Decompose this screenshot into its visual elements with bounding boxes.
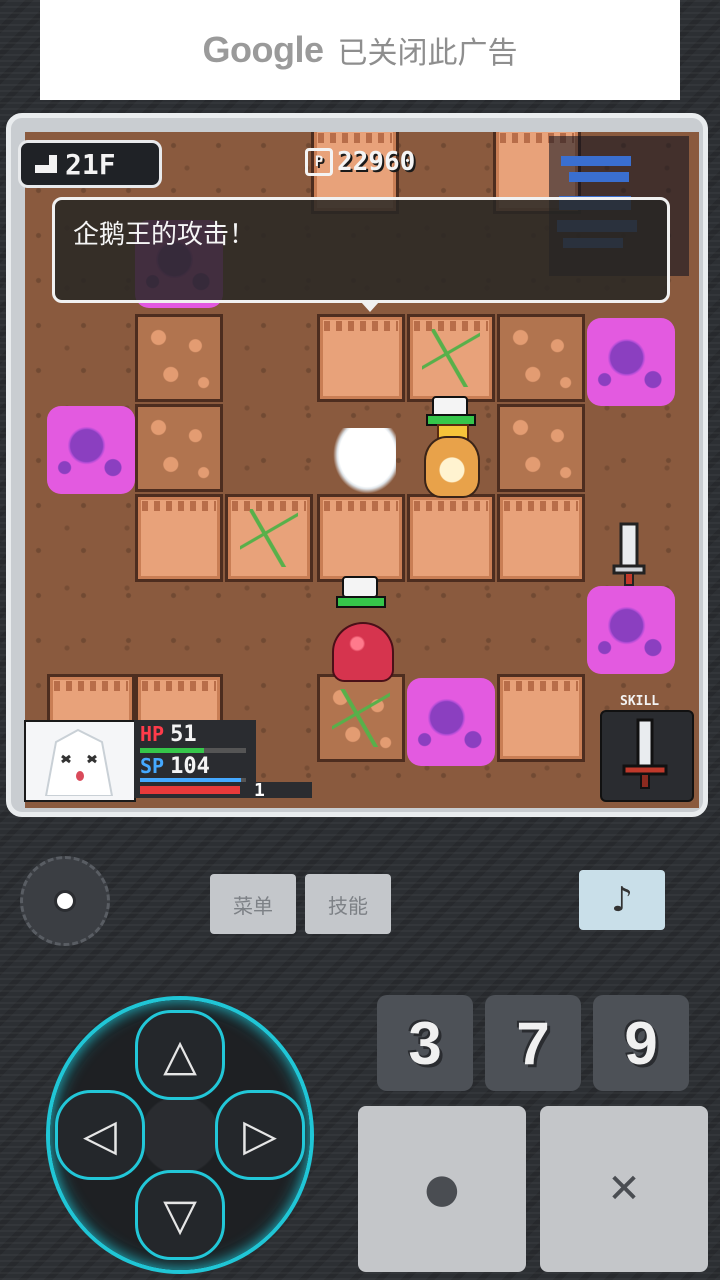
stairs-icon [35,155,57,173]
settings-gear-button[interactable] [20,856,110,946]
points-value: 22960 [337,147,416,177]
key-7-button[interactable]: 7 [485,995,581,1091]
hp-bar [140,748,246,753]
rock-tile [135,404,223,492]
dpad-right-button[interactable]: ▷ [215,1090,305,1180]
wall-tile [407,314,495,402]
skills-button[interactable]: 技能 [305,874,391,934]
skill-button[interactable] [600,710,694,802]
wall-tile [225,494,313,582]
wall-tile [317,494,405,582]
poison-tile [47,406,135,494]
floor-indicator: 21F [18,140,162,188]
cancel-button[interactable]: ✕ [540,1106,708,1272]
level-value: 1 [254,780,265,801]
dpad-up-button[interactable]: △ [135,1010,225,1100]
ad-banner[interactable]: Google 已关闭此广告 [40,0,680,100]
rock-tile [317,674,405,762]
music-note-icon: ♪ [611,880,633,920]
exp-bar [136,782,312,798]
rock-tile [135,314,223,402]
wall-tile [317,314,405,402]
key-9-button[interactable]: 9 [593,995,689,1091]
music-toggle-button[interactable]: ♪ [579,870,665,930]
player-character [324,428,396,504]
dpad-left-button[interactable]: ◁ [55,1090,145,1180]
dialog-continue-icon [361,302,379,312]
poison-tile [587,318,675,406]
arrow-up-icon: △ [163,1029,197,1081]
points-icon: P [305,148,333,176]
wall-tile [135,494,223,582]
floor-label: 21F [65,147,116,181]
arrow-right-icon: ▷ [243,1109,277,1161]
enemy-hp-bar [336,596,386,608]
minimap-cell [561,156,631,166]
player-portrait [24,720,136,802]
hp-value: 51 [170,722,197,747]
points-counter: P 22960 [305,145,415,179]
minimap-cell [569,172,629,182]
key-3-button[interactable]: 3 [377,995,473,1091]
dpad-down-button[interactable]: ▽ [135,1170,225,1260]
penguin-king-enemy[interactable] [424,436,480,498]
arrow-down-icon: ▽ [163,1189,197,1241]
menu-button[interactable]: 菜单 [210,874,296,934]
sp-value: 104 [170,754,210,779]
confirm-button[interactable]: ● [358,1106,526,1272]
skill-label: SKILL [620,694,660,709]
ad-closed-message: 已关闭此广告 [337,36,518,71]
circle-icon: ● [424,1166,460,1212]
close-icon: ✕ [607,1166,641,1212]
enemy-emote-icon [342,576,378,598]
poison-tile [587,586,675,674]
octopus-enemy[interactable] [332,622,394,682]
rock-tile [497,314,585,402]
wall-tile [497,674,585,762]
poison-tile [407,678,495,766]
message-dialog[interactable]: 企鹅王的攻击！ [52,197,670,312]
sp-label: SP [140,754,165,778]
arrow-left-icon: ◁ [83,1109,117,1161]
google-logo: Google [202,29,325,70]
avatar [26,722,130,797]
rock-tile [497,404,585,492]
hp-label: HP [140,722,165,746]
wall-tile [497,494,585,582]
sword-icon [622,718,668,789]
dpad: △ ▽ ◁ ▷ [50,1000,310,1270]
wall-tile [407,494,495,582]
sword-item-icon[interactable] [612,522,646,588]
dialog-text: 企鹅王的攻击！ [73,220,256,250]
